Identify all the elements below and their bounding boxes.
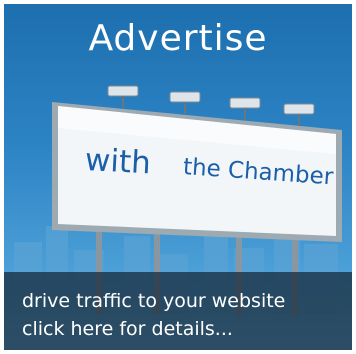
billboard-text-with: with xyxy=(84,142,152,182)
banner-title: Advertise xyxy=(88,18,268,59)
floodlights xyxy=(107,85,315,115)
advertise-banner[interactable]: Advertise with the Chamber drive traffic… xyxy=(4,4,352,350)
tagline-drive-traffic: drive traffic to your website xyxy=(22,290,286,312)
tagline-click-here[interactable]: click here for details... xyxy=(22,318,233,340)
